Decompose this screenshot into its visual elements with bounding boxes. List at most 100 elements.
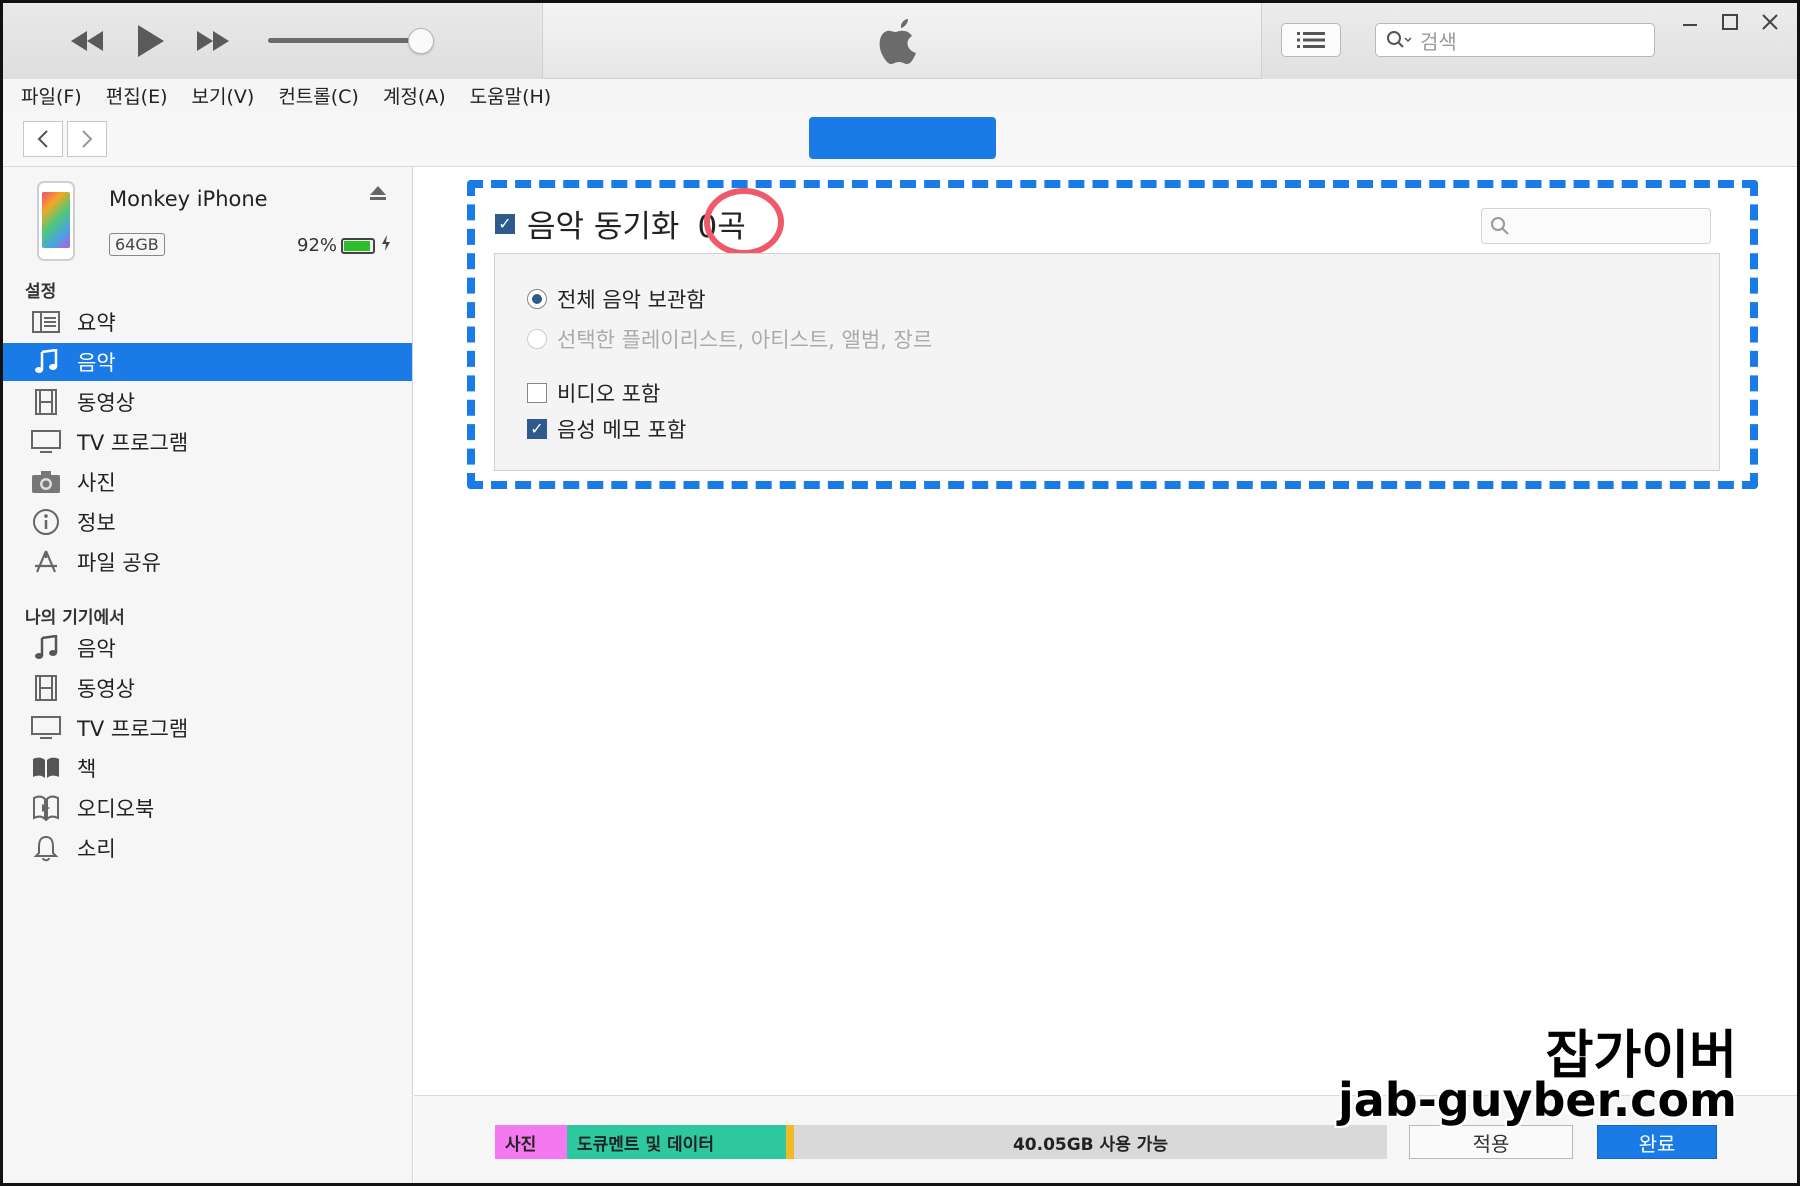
forward-button[interactable] (67, 121, 107, 157)
search-placeholder: 검색 (1420, 29, 1457, 54)
toolbar: 검색 (3, 3, 1797, 79)
storage-free: 40.05GB 사용 가능 (794, 1125, 1387, 1159)
sidebar-item-device-music[interactable]: 음악 (3, 629, 412, 667)
menu-file[interactable]: 파일(F) (21, 82, 82, 109)
sidebar-item-label: TV 프로그램 (77, 431, 189, 455)
fast-forward-icon (197, 31, 229, 51)
storage-documents: 도큐멘트 및 데이터 (567, 1125, 786, 1159)
sidebar-item-label: 사진 (77, 471, 116, 495)
sidebar-item-file-sharing[interactable]: 파일 공유 (3, 543, 412, 581)
storage-photos: 사진 (495, 1125, 567, 1159)
option-label: 비디오 포함 (557, 382, 661, 406)
itunes-window: 검색 파일(F) 편집(E) 보기(V) 컨트롤(C) 계정(A) 도움말(H) (0, 0, 1800, 1186)
radio-entire-library[interactable] (527, 289, 547, 309)
maximize-button[interactable] (1715, 7, 1745, 37)
apply-button[interactable]: 적용 (1409, 1125, 1573, 1159)
sidebar-item-label: 정보 (77, 511, 116, 535)
bell-icon (31, 833, 61, 863)
sidebar-item-photos[interactable]: 사진 (3, 463, 412, 501)
charging-icon (381, 234, 391, 256)
book-icon (31, 753, 61, 783)
option-include-video[interactable]: 비디오 포함 (527, 378, 660, 408)
menu-bar: 파일(F) 편집(E) 보기(V) 컨트롤(C) 계정(A) 도움말(H) (3, 79, 1797, 111)
chevron-left-icon (37, 130, 48, 148)
close-icon (1762, 14, 1778, 30)
sidebar-item-device-books[interactable]: 책 (3, 749, 412, 787)
navigation-row (3, 111, 1797, 167)
menu-controls[interactable]: 컨트롤(C) (278, 82, 359, 109)
sidebar-item-tv-shows[interactable]: TV 프로그램 (3, 423, 412, 461)
storage-other (786, 1125, 794, 1159)
sidebar-item-label: 파일 공유 (77, 551, 161, 575)
sidebar-item-movies[interactable]: 동영상 (3, 383, 412, 421)
sidebar-item-label: 소리 (77, 837, 116, 861)
list-icon (1297, 32, 1325, 48)
include-video-checkbox[interactable] (527, 383, 547, 403)
battery-percent: 92% (297, 235, 338, 256)
option-selected-items[interactable]: 선택한 플레이리스트, 아티스트, 앨범, 장르 (527, 324, 932, 354)
sidebar-item-label: 책 (77, 757, 97, 781)
music-note-icon (31, 633, 61, 663)
search-input[interactable]: 검색 (1375, 23, 1655, 57)
volume-slider-knob[interactable] (408, 28, 434, 54)
option-entire-library[interactable]: 전체 음악 보관함 (527, 284, 706, 314)
tv-icon (31, 427, 61, 457)
list-view-button[interactable] (1281, 23, 1341, 57)
sidebar-item-device-audiobooks[interactable]: 오디오북 (3, 789, 412, 827)
sidebar-item-info[interactable]: 정보 (3, 503, 412, 541)
sidebar-item-music[interactable]: 음악 (3, 343, 412, 381)
fast-forward-button[interactable] (191, 21, 235, 61)
sidebar-item-label: TV 프로그램 (77, 717, 189, 741)
sidebar-item-device-tv-shows[interactable]: TV 프로그램 (3, 709, 412, 747)
sidebar-item-summary[interactable]: 요약 (3, 303, 412, 341)
done-button[interactable]: 완료 (1597, 1125, 1717, 1159)
sidebar-item-label: 음악 (77, 637, 116, 661)
rewind-button[interactable] (65, 21, 109, 61)
eject-icon[interactable] (369, 185, 387, 206)
option-label: 음성 메모 포함 (557, 418, 687, 442)
watermark-url: jab-guyber.com (1337, 1073, 1737, 1127)
sync-music-checkbox[interactable]: ✓ (495, 213, 515, 234)
radio-selected-items[interactable] (527, 329, 547, 349)
menu-view[interactable]: 보기(V) (192, 82, 255, 109)
music-note-icon (31, 347, 61, 377)
search-icon (1387, 31, 1412, 48)
music-search-input[interactable] (1481, 208, 1711, 244)
tv-icon (31, 713, 61, 743)
camera-icon (31, 467, 61, 497)
minimize-button[interactable] (1675, 7, 1705, 37)
sidebar-item-label: 오디오북 (77, 797, 155, 821)
sidebar-item-device-tones[interactable]: 소리 (3, 829, 412, 867)
search-icon (1491, 217, 1509, 235)
menu-account[interactable]: 계정(A) (383, 82, 446, 109)
rewind-icon (71, 31, 103, 51)
settings-section-header: 설정 (25, 282, 57, 302)
option-include-voice-memo[interactable]: ✓ 음성 메모 포함 (527, 414, 686, 444)
player-controls (3, 3, 543, 79)
sidebar-item-device-movies[interactable]: 동영상 (3, 669, 412, 707)
play-button[interactable] (129, 21, 173, 61)
film-icon (31, 387, 61, 417)
option-label: 전체 음악 보관함 (557, 288, 706, 312)
summary-icon (31, 307, 61, 337)
menu-edit[interactable]: 편집(E) (106, 82, 168, 109)
app-store-icon (31, 547, 61, 577)
highlight-circle (704, 188, 784, 256)
sidebar: Monkey iPhone 64GB 92% 설정 요약 음악 동영상 TV 프… (3, 167, 413, 1183)
maximize-icon (1722, 14, 1738, 30)
play-icon (138, 25, 164, 57)
sidebar-item-label: 동영상 (77, 677, 135, 701)
volume-slider-track[interactable] (268, 38, 423, 43)
chevron-right-icon (82, 130, 93, 148)
storage-bar: 사진 도큐멘트 및 데이터 40.05GB 사용 가능 (495, 1125, 1387, 1159)
device-button[interactable] (809, 117, 996, 159)
sidebar-item-label: 요약 (77, 311, 116, 335)
menu-help[interactable]: 도움말(H) (470, 82, 552, 109)
close-button[interactable] (1755, 7, 1785, 37)
sync-music-label: 음악 동기화 (527, 209, 680, 245)
back-button[interactable] (23, 121, 63, 157)
include-voice-memo-checkbox[interactable]: ✓ (527, 419, 547, 439)
sync-options-panel: 전체 음악 보관함 선택한 플레이리스트, 아티스트, 앨범, 장르 비디오 포… (494, 253, 1720, 471)
audiobook-icon (31, 793, 61, 823)
device-header[interactable]: Monkey iPhone 64GB 92% (33, 175, 413, 265)
